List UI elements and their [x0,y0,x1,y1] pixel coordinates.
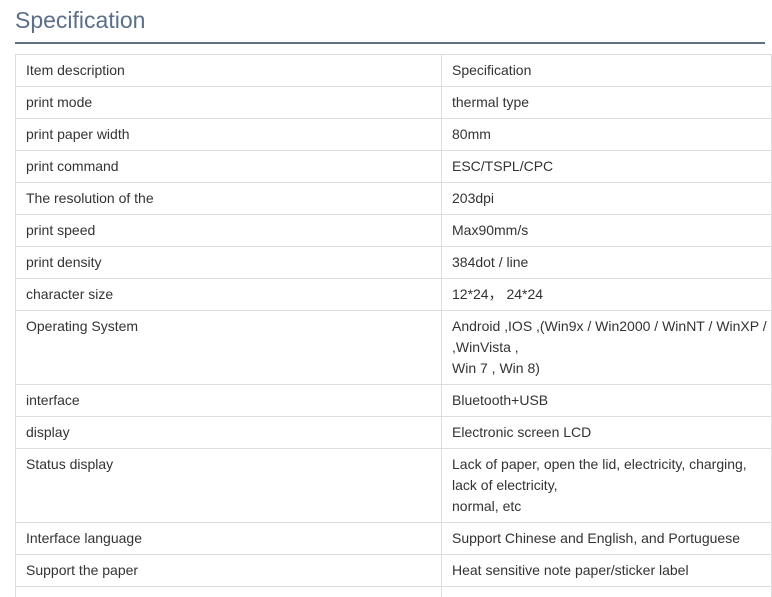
row-value-line: normal, etc [452,498,522,514]
table-row: print speed Max90mm/s [15,214,772,247]
header-cell-spec: Specification [441,54,772,87]
row-value-line: thermal type [452,94,530,110]
row-value-cell: ESC/TSPL/CPC [441,150,772,183]
specification-table: Item description Specification print mod… [15,54,772,597]
row-value-cell: 80mm [441,118,772,151]
row-value-cell: 12*24， 24*24 [441,278,772,311]
heading-divider [15,42,765,44]
row-value-cell: Support Chinese and English, and Portugu… [441,522,772,555]
row-value-line: Android ,IOS ,(Win9x / Win2000 / WinNT /… [452,318,767,355]
row-label-cell: display [15,416,442,449]
row-value-cell: 384dot / line [441,246,772,279]
row-value-cell: Android ,IOS ,(Win9x / Win2000 / WinNT /… [441,310,772,385]
row-label-cell: print density [15,246,442,279]
row-value-cell: Max90mm/s [441,214,772,247]
page: Specification Item description Specifica… [0,0,772,597]
row-label-cell: print mode [15,86,442,119]
table-row: Status display Lack of paper, open the li… [15,448,772,523]
row-value-cell: Electronic screen LCD [441,416,772,449]
row-label-cell: character size [15,278,442,311]
row-label-cell: Support the paper [15,554,442,587]
row-label-cell: Status display [15,448,442,523]
row-value-cell: thermal type [441,86,772,119]
row-label-cell: Operating System [15,310,442,385]
row-label-cell: print speed [15,214,442,247]
table-row: character size 12*24， 24*24 [15,278,772,311]
row-value-line: Bluetooth+USB [452,392,549,408]
row-label-cell: print command [15,150,442,183]
row-label-cell: Interface language [15,522,442,555]
header-cell-item: Item description [15,54,442,87]
row-value-line: Win 7 , Win 8) [452,360,540,376]
row-value-line: 203dpi [452,190,495,206]
row-value-line: Heat sensitive note paper/sticker label [452,562,689,578]
row-value-line: 12*24， 24*24 [452,286,544,302]
row-label-cell: print paper width [15,118,442,151]
table-row: print density 384dot / line [15,246,772,279]
row-value-line: Max90mm/s [452,222,529,238]
row-value-line: Lack of paper, open the lid, electricity… [452,456,747,493]
table-row: Operating System Android ,IOS ,(Win9x / W… [15,310,772,385]
row-value-cell: 6 [441,586,772,597]
section-heading: Specification [15,7,146,33]
row-label-cell: interface [15,384,442,417]
table-row: Support the paper Heat sensitive note pap… [15,554,772,587]
table-row: interface Bluetooth+USB [15,384,772,417]
row-label-cell [15,586,442,597]
table-row: print mode thermal type [15,86,772,119]
row-value-line: 6 [452,592,767,597]
table-row: 6 [15,586,772,597]
row-value-line: Electronic screen LCD [452,424,592,440]
row-value-line: ESC/TSPL/CPC [452,158,554,174]
row-value-cell: Lack of paper, open the lid, electricity… [441,448,772,523]
table-row: print command ESC/TSPL/CPC [15,150,772,183]
row-value-cell: Bluetooth+USB [441,384,772,417]
table-row: The resolution of the 203dpi [15,182,772,215]
row-value-cell: 203dpi [441,182,772,215]
row-value-line: 384dot / line [452,254,529,270]
table-header-row: Item description Specification [15,54,772,87]
row-label-cell: The resolution of the [15,182,442,215]
row-value-line: Support Chinese and English, and Portugu… [452,530,740,546]
table-row: print paper width 80mm [15,118,772,151]
row-value-line: 80mm [452,126,491,142]
row-value-cell: Heat sensitive note paper/sticker label [441,554,772,587]
table-row: display Electronic screen LCD [15,416,772,449]
table-row: Interface language Support Chinese and En… [15,522,772,555]
specification-table-body: Item description Specification print mod… [15,54,772,597]
